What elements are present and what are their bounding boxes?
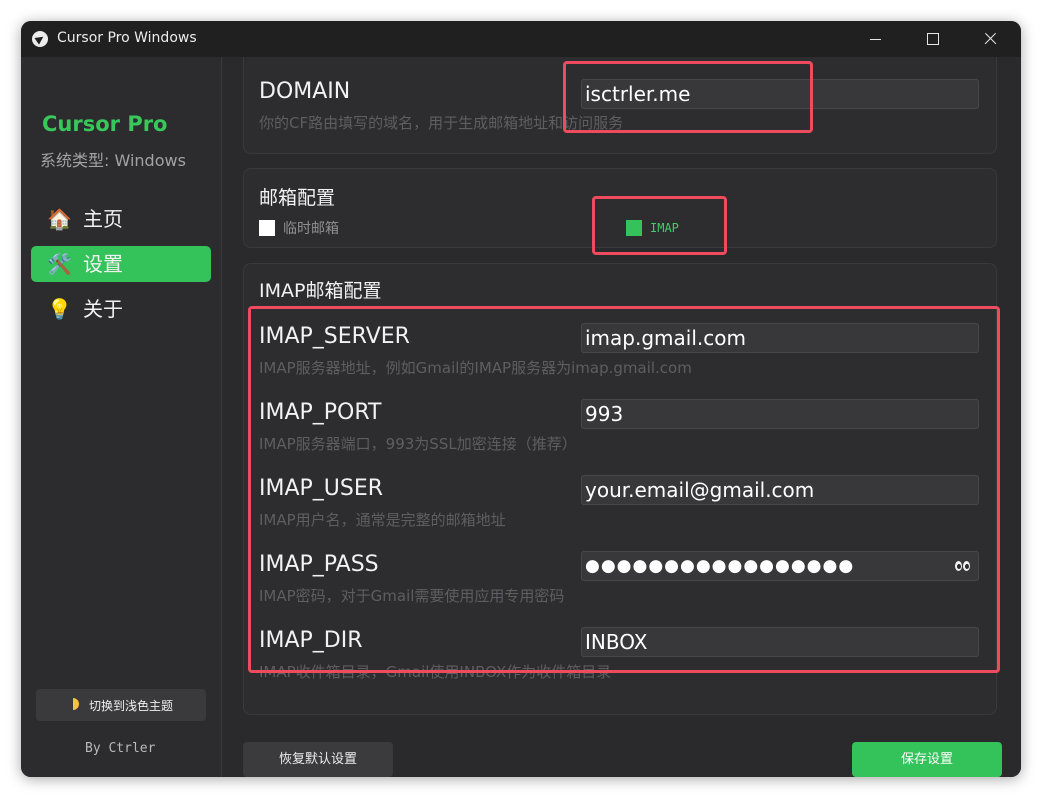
sidebar: Cursor Pro 系统类型: Windows 🏠 主页 🛠️ 设置 💡 关于… [21,57,222,777]
save-settings-button[interactable]: 保存设置 [852,742,1002,777]
house-icon: 🏠 [47,207,72,231]
sidebar-item-home[interactable]: 🏠 主页 [31,201,211,237]
window-title: Cursor Pro Windows [57,30,197,46]
minimize-icon [870,39,881,40]
system-type-label: 系统类型: Windows [40,151,186,170]
close-button[interactable] [967,21,1013,57]
sidebar-item-label: 关于 [83,297,123,321]
reset-defaults-button[interactable]: 恢复默认设置 [243,742,393,777]
minimize-button[interactable] [853,21,899,57]
sidebar-item-label: 主页 [83,207,123,231]
sidebar-item-label: 设置 [83,252,123,276]
half-moon-icon [73,698,81,710]
brand-title: Cursor Pro [42,112,168,136]
imap-config-title: IMAP邮箱配置 [259,280,382,302]
tools-icon: 🛠️ [47,252,72,276]
theme-toggle-button[interactable]: 切换到浅色主题 [36,689,206,721]
highlight-box-domain [563,61,813,133]
temp-email-checkbox[interactable] [259,220,275,236]
maximize-button[interactable] [909,21,955,57]
theme-toggle-label: 切换到浅色主题 [89,699,174,713]
email-config-title: 邮箱配置 [259,187,336,209]
domain-label: DOMAIN [259,79,351,104]
title-bar: Cursor Pro Windows [21,21,1021,57]
highlight-box-imap-fields [248,306,1000,673]
sidebar-item-settings[interactable]: 🛠️ 设置 [31,246,211,282]
highlight-box-imap-option [592,196,727,255]
temp-email-label: 临时邮箱 [283,221,339,237]
app-logo-icon [32,31,48,47]
credit-text: By Ctrler [85,741,156,756]
maximize-icon [927,33,939,45]
lightbulb-icon: 💡 [47,297,72,321]
sidebar-item-about[interactable]: 💡 关于 [31,291,211,327]
